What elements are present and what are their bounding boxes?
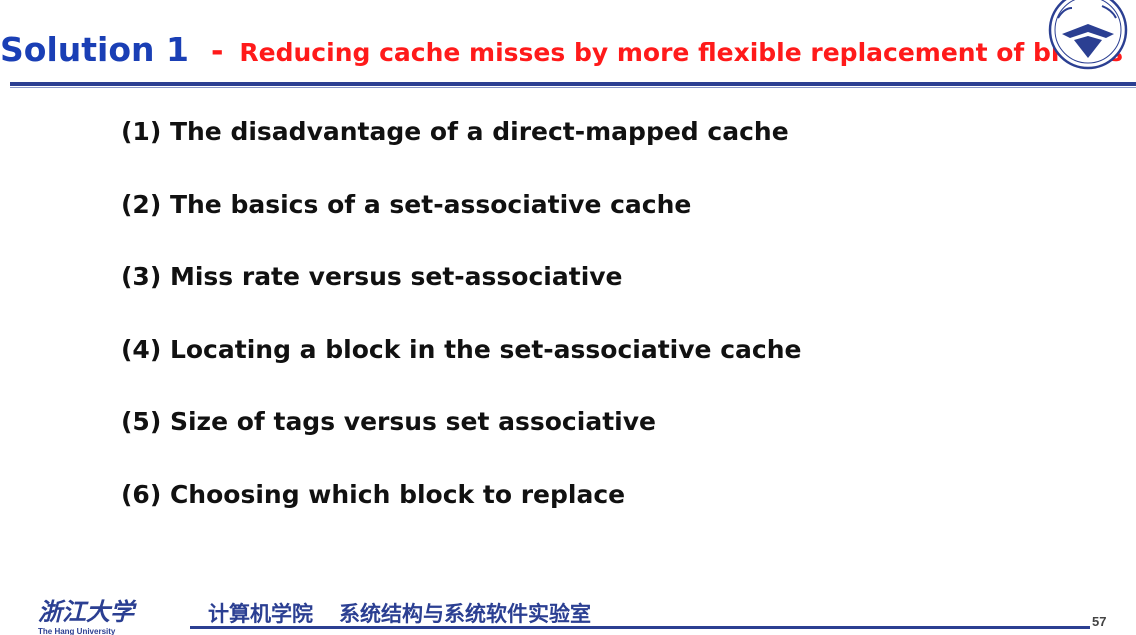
footer-text: 计算机学院 系统结构与系统软件实验室 bbox=[208, 598, 591, 628]
logo-text: 浙江大学 bbox=[38, 597, 137, 626]
topic-item: (6) Choosing which block to replace bbox=[121, 479, 626, 509]
title-dash: - bbox=[210, 34, 224, 69]
title-main: Solution 1 bbox=[0, 30, 189, 69]
title-rule-thin bbox=[10, 87, 1136, 88]
topic-item: (5) Size of tags versus set associative bbox=[121, 407, 656, 436]
topic-item: (2) The basics of a set-associative cach… bbox=[121, 189, 692, 219]
title-rule bbox=[10, 82, 1136, 86]
title-subtitle: Reducing cache misses by more flexible r… bbox=[239, 38, 1123, 67]
zju-seal-icon bbox=[1048, 0, 1128, 70]
topic-item: (4) Locating a block in the set-associat… bbox=[121, 334, 802, 364]
page-number: 57 bbox=[1092, 614, 1107, 629]
logo-subtext: The Hang University bbox=[38, 627, 116, 635]
college-name: 计算机学院 bbox=[208, 601, 313, 626]
topic-item: (3) Miss rate versus set-associative bbox=[121, 262, 623, 291]
topic-list: (1) The disadvantage of a direct-mapped … bbox=[121, 113, 801, 548]
lab-name: 系统结构与系统软件实验室 bbox=[339, 601, 591, 626]
slide-title: Solution 1 - Reducing cache misses by mo… bbox=[0, 30, 1123, 69]
footer-rule bbox=[190, 626, 1090, 629]
topic-item: (1) The disadvantage of a direct-mapped … bbox=[121, 117, 789, 146]
zju-logo: 浙江大学 The Hang University bbox=[38, 597, 137, 635]
